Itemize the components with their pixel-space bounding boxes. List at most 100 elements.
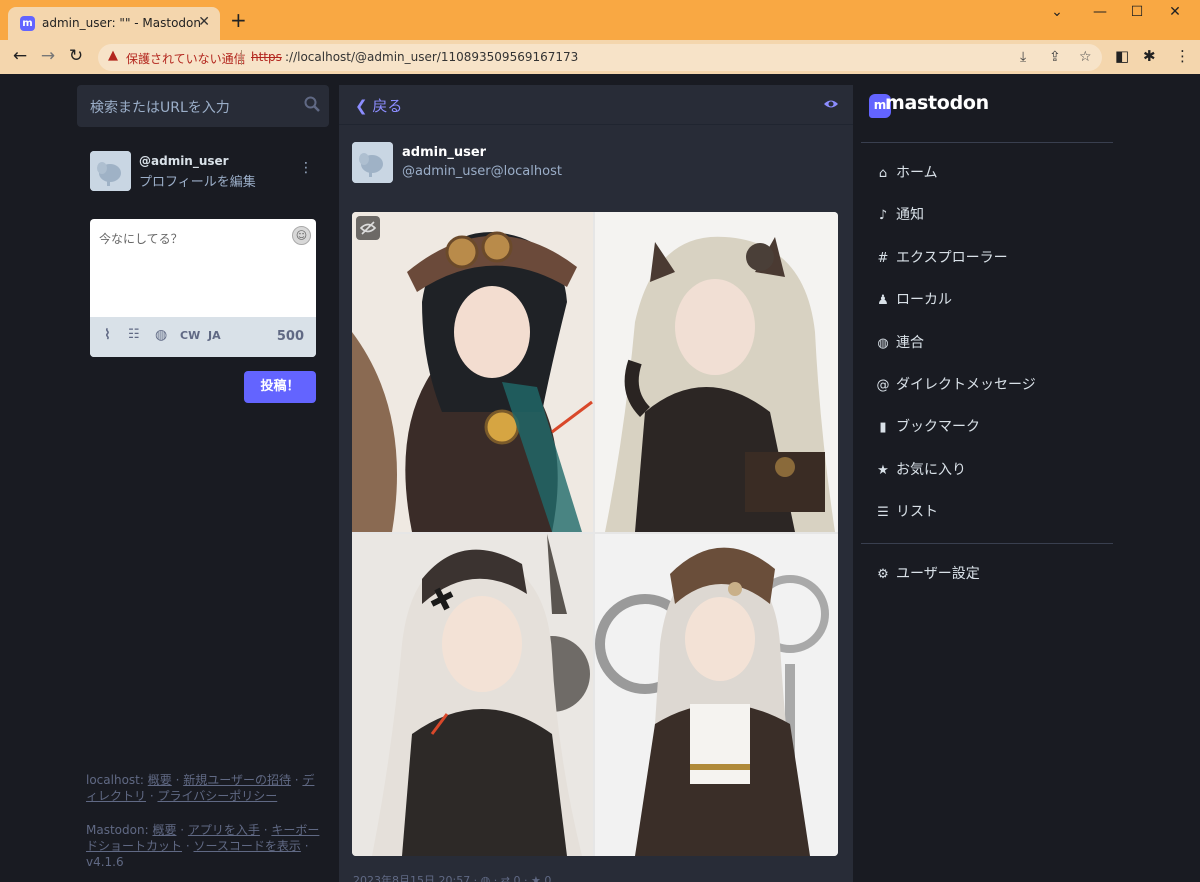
media-image-1[interactable] xyxy=(352,212,593,532)
window-close-button[interactable]: ✕ xyxy=(1160,4,1190,20)
tab-search-icon[interactable]: ⌄ xyxy=(1042,4,1072,20)
sidebar-item-local[interactable]: ♟ ローカル xyxy=(875,289,952,311)
character-counter: 500 xyxy=(276,329,304,344)
media-image-2[interactable] xyxy=(595,212,838,532)
media-image-3[interactable] xyxy=(352,534,593,856)
browser-toolbar: ← → ↻ ▲ 保護されていない通信 https ://localhost/@a… xyxy=(0,40,1200,74)
sidebar-item-label: ローカル xyxy=(896,292,952,308)
browser-tab[interactable]: m admin_user: "" - Mastodon ✕ xyxy=(8,7,220,40)
back-button[interactable]: ❮ 戻る xyxy=(355,95,402,116)
gear-icon: ⚙ xyxy=(877,567,889,582)
bell-icon: ♪ xyxy=(878,208,888,223)
url-scheme: https xyxy=(251,50,282,64)
sidebar-item-direct[interactable]: @ ダイレクトメッセージ xyxy=(875,374,1036,396)
sidebar-item-preferences[interactable]: ⚙ ユーザー設定 xyxy=(875,563,980,585)
media-gallery xyxy=(352,212,838,856)
account-handle[interactable]: @admin_user xyxy=(139,154,229,168)
sidebar-item-label: ホーム xyxy=(896,165,938,181)
scrollbar[interactable] xyxy=(1186,74,1200,882)
maximize-button[interactable]: ☐ xyxy=(1122,4,1152,20)
footer-separator: · xyxy=(146,789,158,803)
sidebar-item-label: 連合 xyxy=(896,335,924,351)
poll-icon[interactable]: ☷ xyxy=(128,327,140,342)
sidebar-item-lists[interactable]: ☰ リスト xyxy=(875,501,938,523)
chevron-left-icon: ❮ xyxy=(355,97,373,115)
media-image-4[interactable] xyxy=(595,534,838,856)
logo-text: mastodon xyxy=(885,92,989,114)
mastodon-page: 検索またはURLを入力 @admin_user プロフィールを編集 ⋮ 今なにし… xyxy=(0,74,1200,882)
compose-form: 今なにしてる？ ☺ ⌇ ☷ ◍ CW JA 500 xyxy=(90,219,316,357)
sidebar-item-label: エクスプローラー xyxy=(896,250,1008,266)
footer-separator: · xyxy=(259,823,272,837)
sidebar-item-explore[interactable]: # エクスプローラー xyxy=(875,247,1008,269)
compose-textarea[interactable]: 今なにしてる？ xyxy=(99,230,183,247)
home-icon: ⌂ xyxy=(878,166,888,181)
globe-icon: ◍ xyxy=(877,336,889,351)
eye-icon[interactable] xyxy=(823,97,839,111)
sidebar-item-label: ユーザー設定 xyxy=(896,566,980,582)
footer-version: v4.1.6 xyxy=(86,855,124,869)
language-button[interactable]: JA xyxy=(208,329,221,342)
sidepanel-icon[interactable]: ◧ xyxy=(1115,47,1129,65)
minimize-button[interactable]: — xyxy=(1085,4,1115,20)
browser-titlebar: m admin_user: "" - Mastodon ✕ + ⌄ — ☐ ✕ xyxy=(0,0,1200,40)
nav-divider xyxy=(861,543,1113,544)
footer-link-privacy[interactable]: プライバシーポリシー xyxy=(157,789,277,803)
footer-link-invite[interactable]: 新規ユーザーの招待 xyxy=(183,773,291,787)
sidebar-item-bookmarks[interactable]: ▮ ブックマーク xyxy=(875,416,980,438)
star-icon: ★ xyxy=(877,463,889,478)
account-menu-icon[interactable]: ⋮ xyxy=(299,160,313,176)
footer-link-about-mastodon[interactable]: 概要 xyxy=(152,823,176,837)
emoji-picker-icon[interactable]: ☺ xyxy=(292,226,311,245)
back-arrow-icon[interactable]: ← xyxy=(8,46,32,66)
install-icon[interactable]: ⤓ xyxy=(1020,49,1026,65)
compose-toolbar: ⌇ ☷ ◍ CW JA 500 xyxy=(90,317,316,357)
extension-icon[interactable]: ✱ xyxy=(1143,47,1156,65)
content-warning-button[interactable]: CW xyxy=(180,329,200,342)
sidebar-item-favourites[interactable]: ★ お気に入り xyxy=(875,459,966,481)
new-tab-button[interactable]: + xyxy=(230,10,247,30)
footer-mastodon-prefix: Mastodon: xyxy=(86,823,153,837)
footer-separator: · xyxy=(176,823,188,837)
share-icon[interactable]: ⇪ xyxy=(1049,49,1061,65)
post-handle[interactable]: @admin_user@localhost xyxy=(402,164,562,179)
post-avatar[interactable] xyxy=(352,142,393,183)
post-display-name[interactable]: admin_user xyxy=(402,145,486,160)
sidebar-item-label: ブックマーク xyxy=(896,419,980,435)
visibility-globe-icon[interactable]: ◍ xyxy=(155,327,167,343)
users-icon: ♟ xyxy=(877,293,889,308)
sidebar-item-notifications[interactable]: ♪ 通知 xyxy=(875,204,924,226)
footer-mastodon: Mastodon: 概要 · アプリを入手 · キーボードショートカット · ソ… xyxy=(86,822,322,870)
edit-profile-link[interactable]: プロフィールを編集 xyxy=(139,171,256,190)
footer-link-apps[interactable]: アプリを入手 xyxy=(188,823,260,837)
reload-icon[interactable]: ↻ xyxy=(64,46,88,66)
sidebar-item-federated[interactable]: ◍ 連合 xyxy=(875,332,924,354)
hide-media-icon[interactable] xyxy=(356,216,380,240)
sidebar-item-label: 通知 xyxy=(896,207,924,223)
hashtag-icon: # xyxy=(877,251,889,266)
omnibox-divider xyxy=(241,50,242,65)
sidebar-item-home[interactable]: ⌂ ホーム xyxy=(875,162,938,184)
search-placeholder: 検索またはURLを入力 xyxy=(90,100,230,116)
footer-localhost: localhost: 概要 · 新規ユーザーの招待 · ディレクトリ · プライ… xyxy=(86,772,322,804)
footer-separator: · xyxy=(300,839,309,853)
footer-link-source[interactable]: ソースコードを表示 xyxy=(193,839,300,853)
attach-icon[interactable]: ⌇ xyxy=(104,327,111,343)
forward-arrow-icon[interactable]: → xyxy=(36,46,60,66)
sidebar-item-label: お気に入り xyxy=(896,462,966,478)
bookmark-star-icon[interactable]: ☆ xyxy=(1079,49,1092,65)
back-label: 戻る xyxy=(372,97,403,115)
footer-link-about[interactable]: 概要 xyxy=(148,773,172,787)
bookmark-icon: ▮ xyxy=(879,420,887,435)
security-warning[interactable]: 保護されていない通信 xyxy=(126,50,246,67)
status-column: ❮ 戻る admin_user @admin_user@localhost 20… xyxy=(339,85,853,882)
tab-close-icon[interactable]: ✕ xyxy=(198,14,210,30)
avatar[interactable] xyxy=(90,151,131,191)
address-bar[interactable]: ▲ 保護されていない通信 https ://localhost/@admin_u… xyxy=(98,44,1102,71)
sidebar-item-label: ダイレクトメッセージ xyxy=(896,377,1036,393)
url-text: ://localhost/@admin_user/110893509569167… xyxy=(285,50,579,64)
publish-button[interactable]: 投稿！ xyxy=(244,371,316,403)
menu-icon[interactable]: ⋮ xyxy=(1175,47,1190,65)
search-input[interactable]: 検索またはURLを入力 xyxy=(77,85,329,127)
post-metadata: 2023年8月15日 20:57 · ◍ · ⇄ 0 · ★ 0 xyxy=(353,874,552,882)
